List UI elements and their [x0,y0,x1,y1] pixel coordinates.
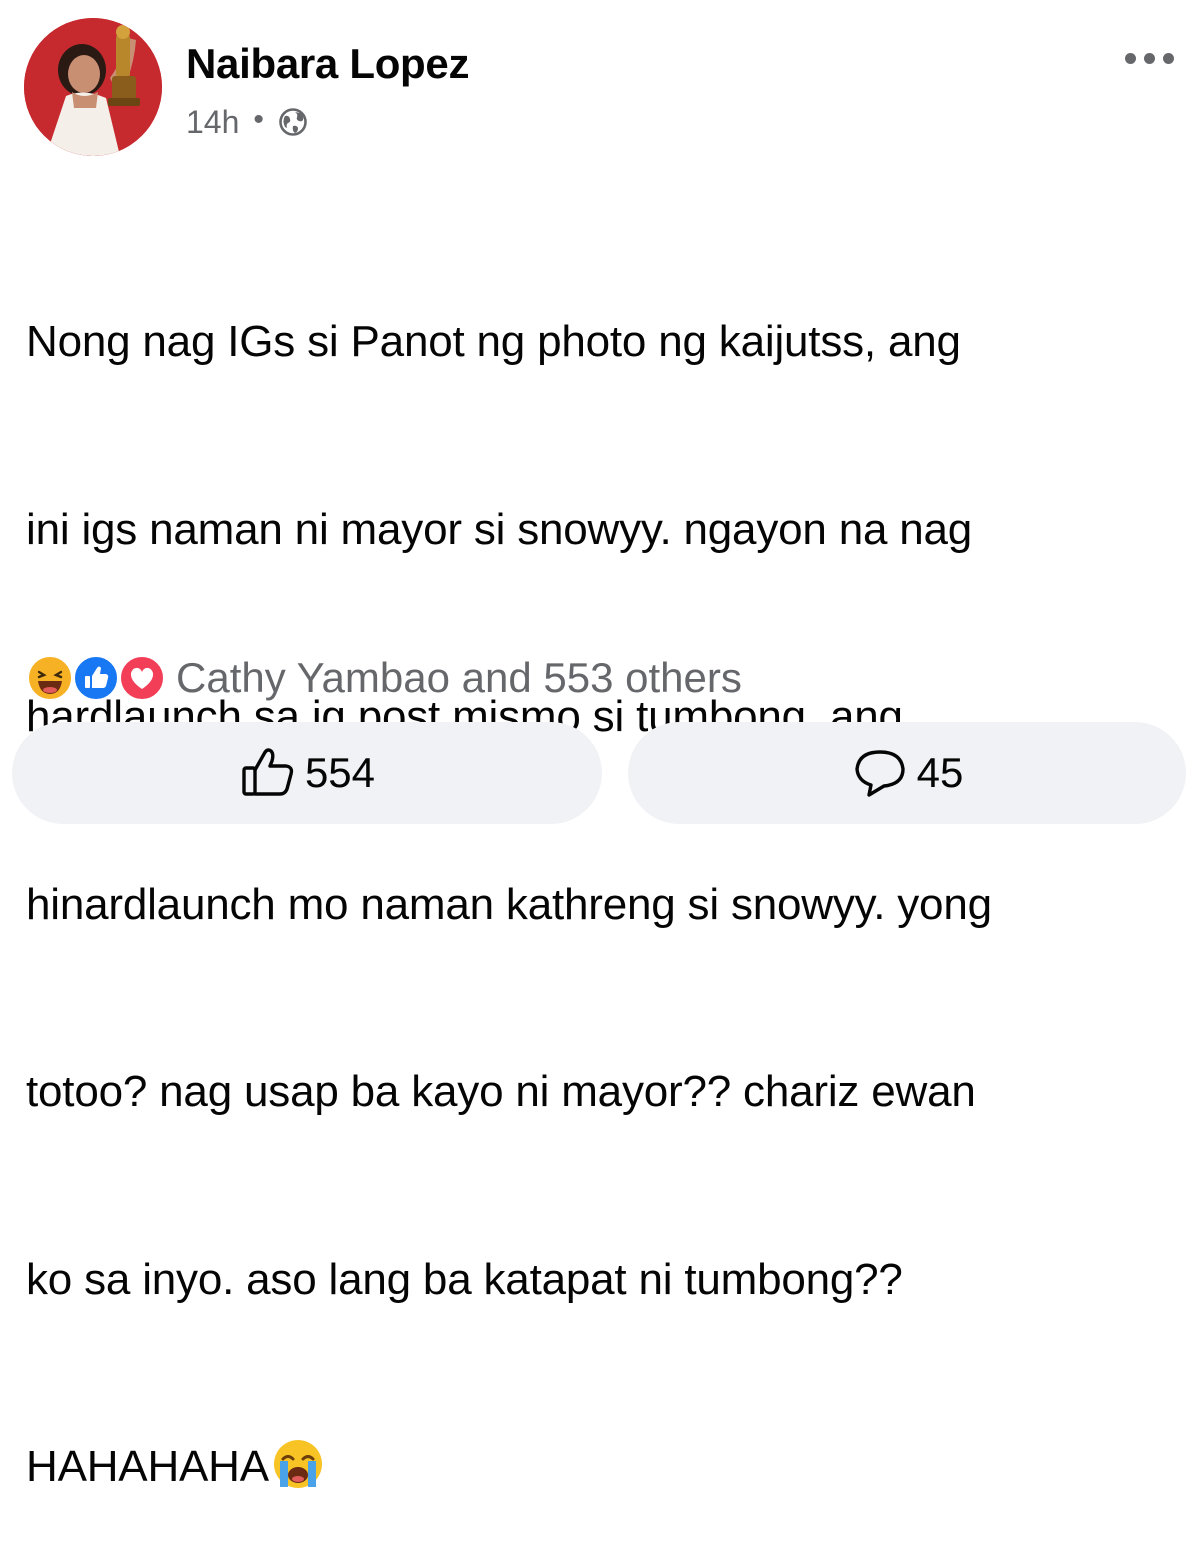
more-dot-icon [1124,52,1136,64]
like-reaction-icon [72,654,120,702]
avatar-image [24,18,162,156]
reactions-summary-text[interactable]: Cathy Yambao and 553 others [176,654,742,702]
reactions-summary-row[interactable]: Cathy Yambao and 553 others [26,650,742,706]
globe-icon [278,107,308,137]
comment-button[interactable]: 45 [628,722,1186,824]
post-text-line: totoo? nag usap ba kayo ni mayor?? chari… [26,1067,976,1116]
like-count: 554 [304,749,376,796]
thumbs-up-icon [239,744,297,802]
post-text-line: Nong nag IGs si Panot ng photo ng kaijut… [26,317,961,366]
post-text-line: ini igs naman ni mayor si snowyy. ngayon… [26,504,973,554]
reaction-icons [26,652,172,704]
post-meta: 14h • [186,102,308,142]
more-dot-icon [1162,52,1174,64]
post-text-line: hinardlaunch mo naman kathreng si snowyy… [26,879,992,929]
more-dot-icon [1143,52,1155,64]
post-header: Naibara Lopez 14h • [24,18,1184,158]
post-text-last-line: HAHAHAHA [26,1436,1156,1499]
post-timestamp[interactable]: 14h [186,104,239,141]
like-button[interactable]: 554 [12,722,602,824]
post-text-line: HAHAHAHA [26,1442,269,1491]
author-name[interactable]: Naibara Lopez [186,40,469,88]
haha-reaction-icon [26,654,74,702]
more-options-button[interactable] [1114,40,1184,76]
post-text-line: ko sa inyo. aso lang ba katapat ni tumbo… [26,1254,903,1304]
comment-bubble-icon [851,744,909,802]
love-reaction-icon [118,654,166,702]
post-text: Nong nag IGs si Panot ng photo ng kaijut… [26,186,1156,1561]
loudly-crying-face-emoji [271,1437,325,1491]
author-avatar[interactable] [24,18,162,156]
meta-separator: • [253,103,264,136]
comment-count: 45 [916,749,964,796]
